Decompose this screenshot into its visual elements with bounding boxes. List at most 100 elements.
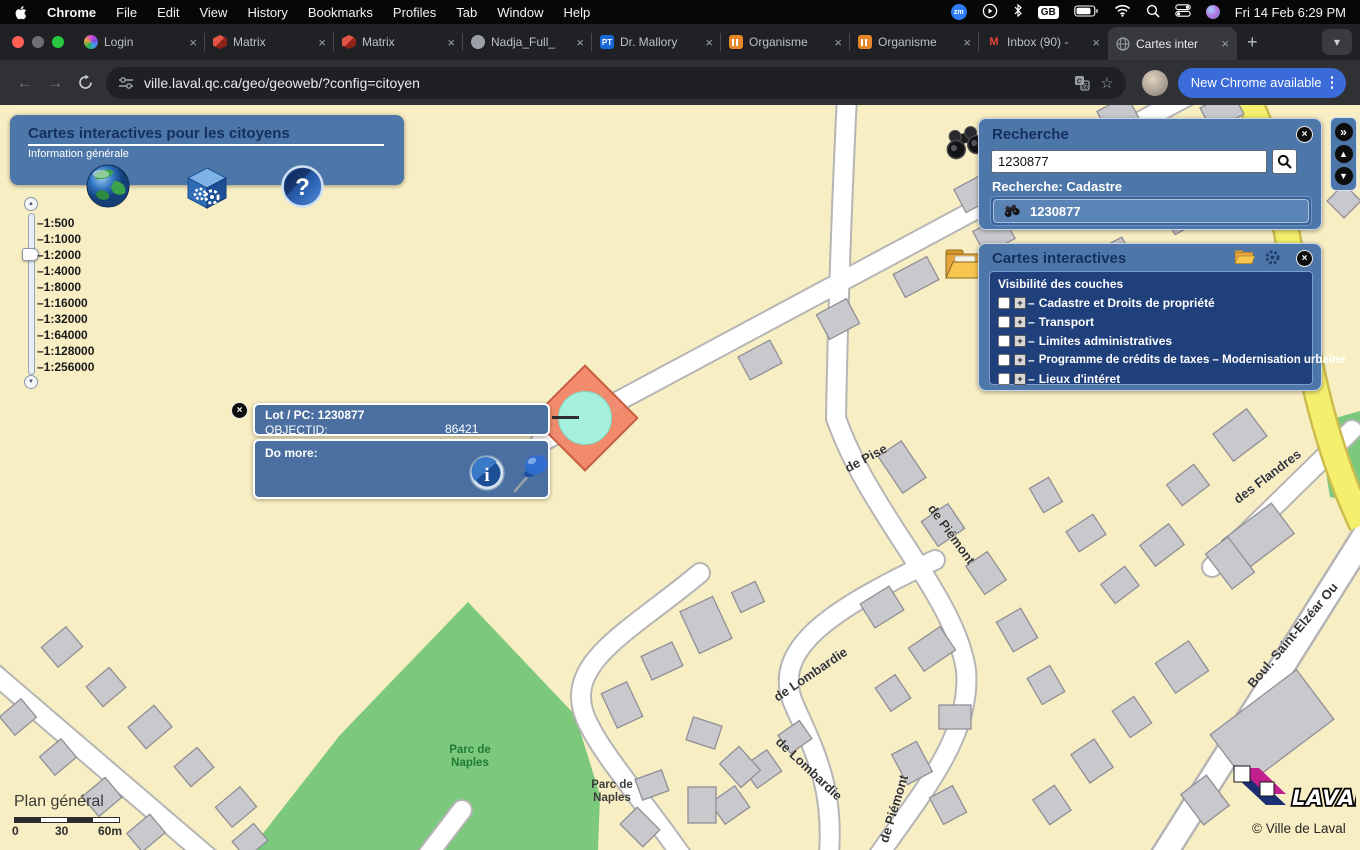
tab-organisme-1[interactable]: Organisme × (721, 24, 850, 60)
tab-cartes-active[interactable]: Cartes inter × (1108, 27, 1237, 60)
layer-checkbox[interactable] (998, 373, 1010, 385)
zoom-out-button[interactable]: ▼ (24, 375, 38, 389)
collapse-panels-button[interactable]: » (1335, 123, 1353, 141)
profile-avatar[interactable] (1142, 70, 1168, 96)
scale-option[interactable]: –1:2000 (37, 247, 94, 263)
chrome-update-button[interactable]: New Chrome available (1178, 68, 1346, 98)
scale-option[interactable]: –1:64000 (37, 327, 94, 343)
spotlight-icon[interactable] (1146, 4, 1160, 21)
menu-bookmarks[interactable]: Bookmarks (308, 5, 373, 20)
info-icon[interactable]: i (469, 455, 505, 494)
search-button[interactable] (1272, 149, 1297, 174)
menu-edit[interactable]: Edit (157, 5, 179, 20)
tab-dr-mallory[interactable]: PT Dr. Mallory × (592, 24, 721, 60)
search-input[interactable] (991, 150, 1267, 173)
expand-icon[interactable]: + (1014, 354, 1026, 366)
globe-favicon (1116, 37, 1130, 51)
site-info-icon[interactable] (118, 76, 134, 90)
tab-inbox[interactable]: M Inbox (90) - × (979, 24, 1108, 60)
layer-checkbox[interactable] (998, 316, 1010, 328)
siri-icon[interactable] (1206, 5, 1220, 19)
tab-organisme-2[interactable]: Organisme × (850, 24, 979, 60)
omnibox[interactable]: ville.laval.qc.ca/geo/geoweb/?config=cit… (106, 67, 1126, 99)
globe-tool-icon[interactable] (84, 161, 132, 214)
map-viewport[interactable]: de Pise de Piémont de Piémont de Lombard… (0, 105, 1360, 850)
basemap-name[interactable]: Plan général (14, 793, 104, 811)
keyboard-layout-badge[interactable]: GB (1038, 6, 1059, 19)
help-icon[interactable]: ? (280, 164, 325, 214)
scale-option[interactable]: –1:8000 (37, 279, 94, 295)
forward-button[interactable]: → (40, 68, 70, 98)
open-folder-icon[interactable] (1233, 248, 1255, 271)
close-icon[interactable]: × (834, 35, 842, 50)
close-window-button[interactable] (12, 36, 24, 48)
close-icon[interactable]: × (318, 35, 326, 50)
layer-checkbox[interactable] (998, 354, 1010, 366)
expand-icon[interactable]: + (1014, 373, 1026, 385)
url-text[interactable]: ville.laval.qc.ca/geo/geoweb/?config=cit… (144, 75, 1064, 91)
expand-icon[interactable]: + (1014, 297, 1026, 309)
tools-cube-icon[interactable] (184, 165, 230, 216)
close-icon[interactable]: × (189, 35, 197, 50)
back-button[interactable]: ← (10, 68, 40, 98)
close-icon[interactable]: × (1296, 250, 1313, 267)
scale-option[interactable]: –1:500 (37, 215, 94, 231)
zoom-in-button[interactable]: ▲ (24, 197, 38, 211)
menu-file[interactable]: File (116, 5, 137, 20)
zoom-window-button[interactable] (52, 36, 64, 48)
menu-tab[interactable]: Tab (456, 5, 477, 20)
zoom-app-icon[interactable]: zm (951, 4, 967, 20)
scale-option[interactable]: –1:32000 (37, 311, 94, 327)
more-menu-icon[interactable] (1331, 76, 1334, 89)
pt-favicon: PT (600, 35, 614, 49)
tab-matrix-2[interactable]: Matrix × (334, 24, 463, 60)
scale-option[interactable]: –1:1000 (37, 231, 94, 247)
tab-login[interactable]: Login × (76, 24, 205, 60)
control-center-icon[interactable] (1175, 4, 1191, 20)
close-icon[interactable]: × (963, 35, 971, 50)
scale-option[interactable]: –1:4000 (37, 263, 94, 279)
apple-icon[interactable] (14, 5, 27, 20)
bluetooth-icon[interactable] (1013, 3, 1023, 21)
minimize-window-button[interactable] (32, 36, 44, 48)
tab-search-button[interactable]: ▾ (1322, 29, 1352, 55)
page-title: Cartes interactives pour les citoyens (28, 125, 404, 142)
close-icon[interactable]: × (576, 35, 584, 50)
bookmark-star-icon[interactable]: ☆ (1100, 74, 1113, 92)
scale-option[interactable]: –1:16000 (37, 295, 94, 311)
close-icon[interactable]: × (1221, 36, 1229, 51)
play-icon[interactable] (982, 3, 998, 22)
close-icon[interactable]: × (1296, 126, 1313, 143)
expand-icon[interactable]: + (1014, 316, 1026, 328)
close-icon[interactable]: × (705, 35, 713, 50)
pushpin-icon[interactable] (507, 449, 551, 498)
panel-side-toolbar: » ▲ ▼ (1330, 117, 1357, 191)
menubar-clock[interactable]: Fri 14 Feb 6:29 PM (1235, 5, 1346, 20)
settings-gear-icon[interactable] (1264, 249, 1281, 271)
translate-icon[interactable]: Gあ (1074, 75, 1090, 91)
layer-checkbox[interactable] (998, 297, 1010, 309)
tab-nadja[interactable]: Nadja_Full_ × (463, 24, 592, 60)
zoom-slider-track[interactable] (28, 213, 35, 375)
close-icon[interactable]: × (1092, 35, 1100, 50)
layer-checkbox[interactable] (998, 335, 1010, 347)
menu-profiles[interactable]: Profiles (393, 5, 436, 20)
menubar-app-name[interactable]: Chrome (47, 5, 96, 20)
new-tab-button[interactable]: + (1237, 32, 1268, 53)
menu-history[interactable]: History (247, 5, 287, 20)
wifi-icon[interactable] (1114, 4, 1131, 20)
search-result-item[interactable]: 1230877 (993, 199, 1309, 223)
close-icon[interactable]: × (231, 402, 248, 419)
tab-matrix-1[interactable]: Matrix × (205, 24, 334, 60)
scale-option[interactable]: –1:256000 (37, 359, 94, 375)
menu-window[interactable]: Window (497, 5, 543, 20)
close-icon[interactable]: × (447, 35, 455, 50)
pan-up-button[interactable]: ▲ (1335, 145, 1353, 163)
objectid-label: OBJECTID: (265, 423, 538, 437)
expand-icon[interactable]: + (1014, 335, 1026, 347)
scale-option[interactable]: –1:128000 (37, 343, 94, 359)
reload-button[interactable] (70, 68, 100, 98)
pan-down-button[interactable]: ▼ (1335, 167, 1353, 185)
menu-view[interactable]: View (199, 5, 227, 20)
menu-help[interactable]: Help (564, 5, 591, 20)
